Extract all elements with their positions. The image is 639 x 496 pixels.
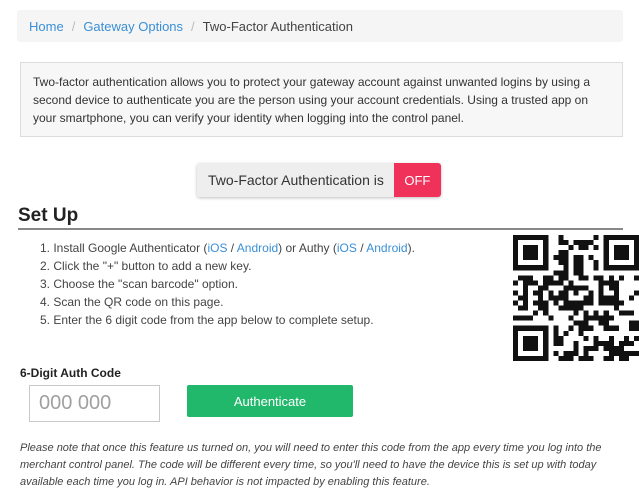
setup-step-1: 1. Install Google Authenticator (iOS / A… <box>40 239 500 257</box>
setup-step-4: 4. Scan the QR code on this page. <box>40 295 224 309</box>
two-factor-toggle: Two-Factor Authentication is OFF <box>197 163 441 197</box>
auth-code-input[interactable] <box>29 385 160 422</box>
google-ios-link[interactable]: iOS <box>207 241 227 255</box>
breadcrumb-current: Two-Factor Authentication <box>202 18 353 34</box>
authy-ios-link[interactable]: iOS <box>337 241 357 255</box>
setup-steps-list: 1. Install Google Authenticator (iOS / A… <box>40 239 500 329</box>
step-1-slash: / <box>227 241 237 255</box>
toggle-off-button[interactable]: OFF <box>393 163 441 197</box>
setup-step-5: 5. Enter the 6 digit code from the app b… <box>40 313 374 327</box>
authy-android-link[interactable]: Android <box>366 241 407 255</box>
step-1-mid: ) or Authy ( <box>278 241 337 255</box>
setup-step-2: 2. Click the "+" button to add a new key… <box>40 259 252 273</box>
setup-step-3: 3. Choose the "scan barcode" option. <box>40 277 238 291</box>
step-1-slash-2: / <box>356 241 367 255</box>
breadcrumb-gateway-options-link[interactable]: Gateway Options <box>83 19 183 34</box>
info-box: Two-factor authentication allows you to … <box>20 62 623 137</box>
feature-note: Please note that once this feature us tu… <box>20 442 602 488</box>
step-1-text: 1. Install Google Authenticator ( <box>40 241 208 255</box>
google-android-link[interactable]: Android <box>237 241 278 255</box>
setup-title: Set Up <box>18 205 79 226</box>
breadcrumb-home-link[interactable]: Home <box>29 19 64 34</box>
qr-code-image <box>513 235 639 361</box>
info-text: Two-factor authentication allows you to … <box>33 75 590 125</box>
authenticate-button[interactable]: Authenticate <box>187 385 353 417</box>
auth-code-label: 6-Digit Auth Code <box>20 366 121 380</box>
toggle-label: Two-Factor Authentication is <box>197 163 394 197</box>
breadcrumb: Home / Gateway Options / Two-Factor Auth… <box>17 10 623 42</box>
breadcrumb-separator: / <box>191 18 195 34</box>
breadcrumb-separator: / <box>71 18 76 34</box>
step-1-end: ). <box>407 241 415 255</box>
setup-divider <box>18 228 623 230</box>
